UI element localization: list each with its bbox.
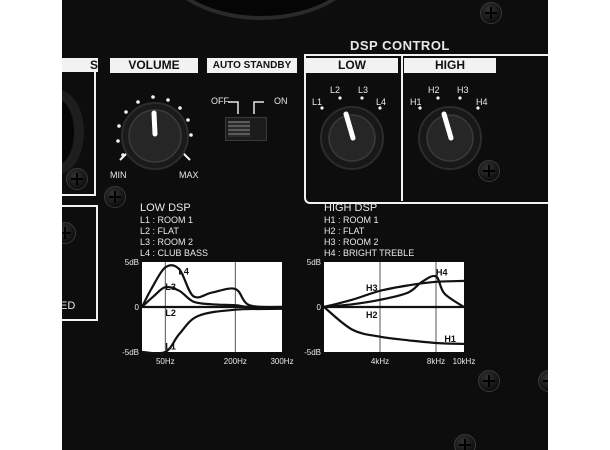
chart-y-tick-label: 5dB: [307, 258, 321, 267]
screw-icon: [480, 2, 502, 24]
chart-x-tick-label: 4kHz: [371, 357, 389, 366]
left-partial-text: ED: [62, 300, 76, 312]
volume-indicator: [151, 110, 158, 137]
low-dsp-title: LOW DSP: [140, 202, 191, 214]
screw-icon: [66, 168, 88, 190]
standby-bracket: [228, 101, 264, 114]
chart-series-label: L1: [165, 341, 176, 351]
low-dsp-legend-3: L3 : ROOM 2: [140, 237, 194, 247]
chart-y-tick-label: -5dB: [122, 348, 139, 357]
auto-standby-header-text: AUTO STANDBY: [212, 60, 292, 71]
chart-x-tick-label: 8kHz: [427, 357, 445, 366]
chart-series-label: H4: [436, 268, 448, 278]
screw-icon: [538, 370, 548, 392]
low-dsp-legend-2: L2 : FLAT: [140, 226, 179, 236]
volume-min-label: MIN: [110, 170, 127, 180]
chart-y-tick-label: -5dB: [304, 348, 321, 357]
standby-switch[interactable]: [225, 117, 267, 141]
screw-icon: [478, 370, 500, 392]
chart-x-tick-label: 10kHz: [453, 357, 476, 366]
volume-knob[interactable]: [110, 86, 200, 176]
chart-x-tick-label: 200Hz: [224, 357, 247, 366]
high-dsp-legend-3: H3 : ROOM 2: [324, 237, 379, 247]
left-partial-header-text: S: [89, 58, 98, 72]
low-dsp-legend-1: L1 : ROOM 1: [140, 215, 194, 225]
chart-series-label: H1: [444, 334, 456, 344]
high-dsp-legend-2: H2 : FLAT: [324, 226, 365, 236]
speaker-rear-panel: S ED VOLUME MIN MAX AUTO STANDBY OFF ON: [62, 0, 548, 450]
standby-switch-slider[interactable]: [228, 121, 250, 137]
speaker-edge: [157, 0, 365, 20]
low-header-text: LOW: [338, 58, 366, 72]
high-header: HIGH: [404, 58, 496, 73]
volume-max-label: MAX: [179, 170, 199, 180]
max-tick: [182, 152, 191, 161]
volume-header: VOLUME: [110, 58, 198, 73]
auto-standby-header: AUTO STANDBY: [207, 58, 297, 73]
standby-on-label: ON: [274, 96, 288, 106]
high-dsp-legend-1: H1 : ROOM 1: [324, 215, 379, 225]
low-dsp-chart: 5dB 0 -5dB 50Hz 200Hz 300Hz L1 L2 L3L4: [122, 258, 293, 366]
chart-series-label: L2: [165, 308, 176, 318]
chart-series-label: H2: [366, 310, 378, 320]
chart-series-label: H3: [366, 283, 378, 293]
low-knob[interactable]: [312, 94, 392, 174]
screw-icon: [104, 186, 126, 208]
chart-y-tick-label: 5dB: [125, 258, 139, 267]
high-dsp-title: HIGH DSP: [324, 202, 378, 214]
left-partial-header: S: [62, 58, 98, 72]
chart-series-label: L3: [165, 282, 176, 292]
chart-x-tick-label: 50Hz: [156, 357, 175, 366]
low-header: LOW: [306, 58, 398, 73]
chart-x-tick-label: 300Hz: [270, 357, 293, 366]
dsp-divider: [401, 56, 403, 201]
chart-y-tick-label: 0: [317, 303, 322, 312]
chart-series-label: L4: [178, 267, 189, 277]
screw-icon: [454, 434, 476, 450]
dsp-control-header: DSP CONTROL: [350, 38, 450, 53]
high-dsp-chart: 5dB 0 -5dB 4kHz 8kHz 10kHz H1 H2 H3 H4: [304, 258, 476, 366]
chart-y-tick-label: 0: [135, 303, 140, 312]
volume-header-text: VOLUME: [128, 58, 180, 72]
high-header-text: HIGH: [435, 58, 465, 72]
high-knob[interactable]: [410, 94, 490, 174]
